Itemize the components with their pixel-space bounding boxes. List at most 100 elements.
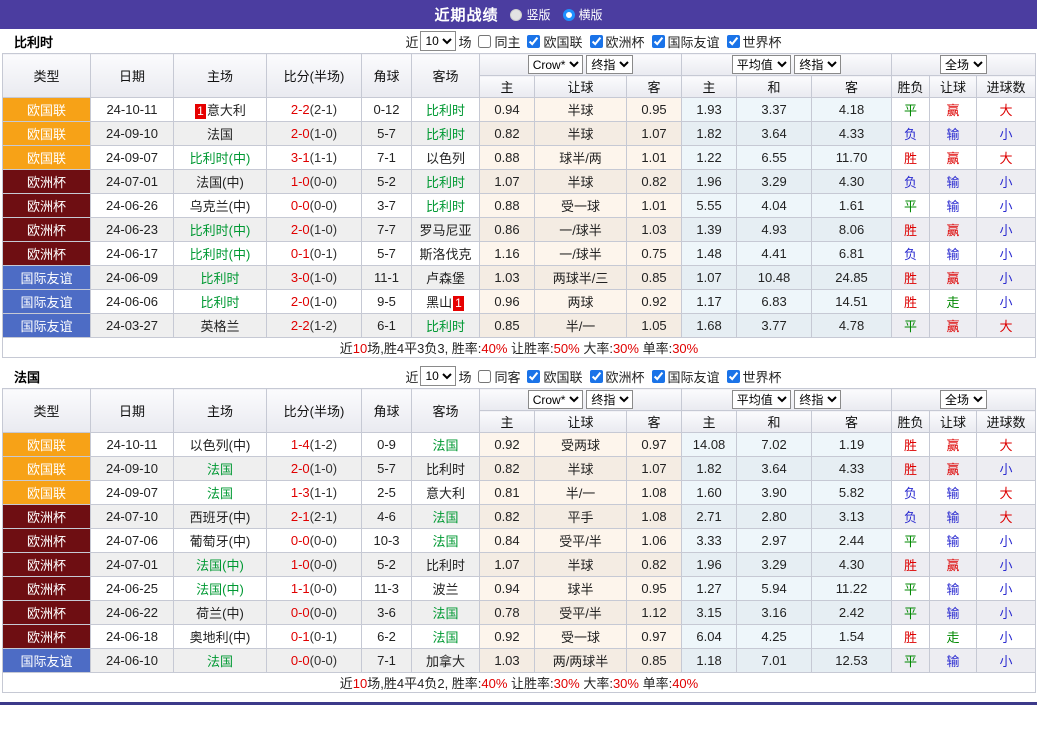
halftime-score: (0-0) (310, 557, 337, 572)
away-team-name[interactable]: 斯洛伐克 (419, 247, 471, 262)
match-date: 24-06-22 (91, 601, 174, 625)
league-checkbox-nations[interactable] (527, 35, 540, 48)
same-venue-checkbox[interactable] (478, 35, 491, 48)
league-checkbox-nations[interactable] (527, 370, 540, 383)
match-row: 欧国联 24-10-11 1意大利 2-2(2-1) 0-12 比利时 0.94… (3, 98, 1036, 122)
competition-badge: 欧洲杯 (3, 553, 91, 577)
home-team-name[interactable]: 西班牙(中) (190, 510, 251, 525)
corners-cell: 5-2 (362, 553, 412, 577)
away-team-name[interactable]: 比利时 (426, 103, 465, 118)
home-team-name[interactable]: 法国(中) (196, 558, 244, 573)
odds-home: 0.82 (480, 122, 535, 146)
home-team-name[interactable]: 法国 (207, 654, 233, 669)
away-team-name[interactable]: 比利时 (426, 558, 465, 573)
match-count-select[interactable]: 10 (420, 31, 456, 51)
league-checkbox-friendly[interactable] (652, 35, 665, 48)
league-checkbox-euro[interactable] (590, 35, 603, 48)
home-team-name[interactable]: 比利时(中) (190, 223, 251, 238)
average-select[interactable]: 平均值 (732, 390, 791, 409)
home-team-name[interactable]: 法国 (207, 486, 233, 501)
league-checkbox-worldcup[interactable] (727, 370, 740, 383)
avg-home-odds: 1.68 (682, 314, 737, 338)
away-team-name[interactable]: 比利时 (426, 462, 465, 477)
avg-away-odds: 5.82 (812, 481, 892, 505)
fullmatch-select[interactable]: 全场 (940, 55, 987, 74)
home-team-name[interactable]: 英格兰 (200, 319, 239, 334)
bookmaker-select[interactable]: Crow* (528, 55, 583, 74)
match-row: 欧国联 24-09-10 法国 2-0(1-0) 5-7 比利时 0.82 半球… (3, 122, 1036, 146)
radio-checked-icon[interactable] (563, 9, 575, 21)
layout-radio-horizontal[interactable]: 横版 (563, 6, 603, 23)
match-count-select[interactable]: 10 (420, 366, 456, 386)
competition-badge: 欧国联 (3, 457, 91, 481)
col-corner: 角球 (362, 389, 412, 433)
away-team-name[interactable]: 卢森堡 (426, 271, 465, 286)
odds-away: 1.07 (627, 457, 682, 481)
avg-away-odds: 2.44 (812, 529, 892, 553)
home-team-name[interactable]: 乌克兰(中) (190, 199, 251, 214)
away-team-name[interactable]: 比利时 (426, 175, 465, 190)
halftime-score: (1-2) (310, 437, 337, 452)
home-team-name[interactable]: 比利时 (200, 271, 239, 286)
home-team-name[interactable]: 比利时(中) (190, 247, 251, 262)
away-team-name[interactable]: 比利时 (426, 127, 465, 142)
average-select[interactable]: 平均值 (732, 55, 791, 74)
odds-away: 1.08 (627, 505, 682, 529)
away-team-name[interactable]: 法国 (432, 438, 458, 453)
away-team-name[interactable]: 意大利 (426, 486, 465, 501)
away-team-cell: 斯洛伐克 (412, 242, 480, 266)
away-team-name[interactable]: 法国 (432, 534, 458, 549)
away-team-cell: 以色列 (412, 146, 480, 170)
avg-home-odds: 1.27 (682, 577, 737, 601)
result-wdl: 平 (892, 314, 930, 338)
home-team-name[interactable]: 葡萄牙(中) (190, 534, 251, 549)
home-team-name[interactable]: 以色列(中) (190, 438, 251, 453)
final-odds-select[interactable]: 终指 (586, 390, 633, 409)
average-selects-cell: 平均值 终指 (682, 389, 892, 411)
league-checkbox-euro[interactable] (590, 370, 603, 383)
home-team-name[interactable]: 比利时(中) (190, 151, 251, 166)
score-cell: 2-0(1-0) (267, 290, 362, 314)
odds-home: 0.82 (480, 505, 535, 529)
home-team-name[interactable]: 法国(中) (196, 582, 244, 597)
col-score: 比分(半场) (267, 389, 362, 433)
final-odds-select-2[interactable]: 终指 (794, 55, 841, 74)
same-venue-checkbox[interactable] (478, 370, 491, 383)
league-checkbox-worldcup[interactable] (727, 35, 740, 48)
odds-selects-cell: Crow* 终指 (480, 54, 682, 76)
home-team-name[interactable]: 法国 (207, 462, 233, 477)
final-odds-select-2[interactable]: 终指 (794, 390, 841, 409)
col-avg-draw: 和 (737, 76, 812, 98)
avg-away-odds: 24.85 (812, 266, 892, 290)
away-team-name[interactable]: 比利时 (426, 319, 465, 334)
away-team-name[interactable]: 黑山 (426, 295, 452, 310)
radio-unchecked-icon[interactable] (510, 9, 522, 21)
bookmaker-select[interactable]: Crow* (528, 390, 583, 409)
home-team-name[interactable]: 法国(中) (196, 175, 244, 190)
away-team-name[interactable]: 加拿大 (426, 654, 465, 669)
home-team-name[interactable]: 奥地利(中) (190, 630, 251, 645)
away-team-name[interactable]: 法国 (432, 510, 458, 525)
result-wdl: 平 (892, 194, 930, 218)
away-team-name[interactable]: 罗马尼亚 (419, 223, 471, 238)
league-checkbox-friendly[interactable] (652, 370, 665, 383)
col-away: 客场 (412, 389, 480, 433)
away-team-name[interactable]: 法国 (432, 630, 458, 645)
away-team-name[interactable]: 法国 (432, 606, 458, 621)
odds-handicap: 两球半/三 (535, 266, 627, 290)
home-team-name[interactable]: 意大利 (207, 103, 246, 118)
final-odds-select[interactable]: 终指 (586, 55, 633, 74)
competition-badge: 国际友谊 (3, 290, 91, 314)
odds-handicap: 受平/半 (535, 529, 627, 553)
fullmatch-select[interactable]: 全场 (940, 390, 987, 409)
home-team-name[interactable]: 法国 (207, 127, 233, 142)
away-team-name[interactable]: 比利时 (426, 199, 465, 214)
fulltime-score: 2-1 (291, 509, 310, 524)
away-team-name[interactable]: 以色列 (426, 151, 465, 166)
away-team-name[interactable]: 波兰 (432, 582, 458, 597)
home-team-name[interactable]: 比利时 (200, 295, 239, 310)
match-date: 24-07-01 (91, 553, 174, 577)
home-team-name[interactable]: 荷兰(中) (196, 606, 244, 621)
layout-radio-vertical[interactable]: 竖版 (510, 6, 550, 23)
avg-draw-odds: 7.02 (737, 433, 812, 457)
